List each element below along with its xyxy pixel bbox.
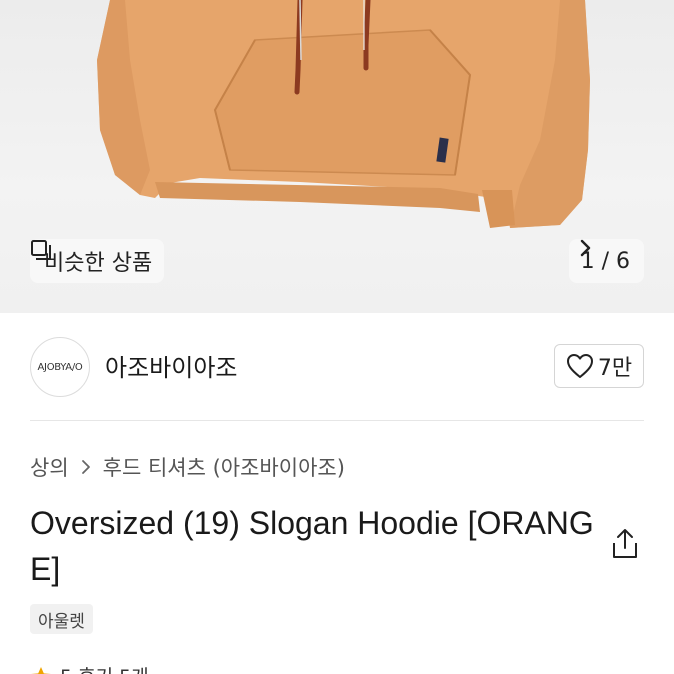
like-button[interactable]: 7만 xyxy=(554,344,644,388)
review-text: 5 후기 5개 xyxy=(60,662,149,674)
seller-avatar[interactable]: AJOBYA/O xyxy=(30,337,90,397)
outlet-tag: 아울렛 xyxy=(30,604,93,634)
breadcrumb-category[interactable]: 상의 xyxy=(30,452,69,482)
product-image-carousel[interactable]: 비슷한 상품 1 / 6 xyxy=(0,0,674,313)
share-icon[interactable] xyxy=(610,528,640,560)
star-icon xyxy=(31,666,51,674)
chevron-right-icon xyxy=(580,239,590,257)
heart-icon xyxy=(566,354,593,378)
breadcrumb-subcategory[interactable]: 후드 티셔츠 (아조바이아조) xyxy=(103,452,345,482)
product-title: Oversized (19) Slogan Hoodie [ORANGE] xyxy=(30,505,594,587)
section-divider xyxy=(30,420,644,421)
breadcrumb: 상의 후드 티셔츠 (아조바이아조) xyxy=(30,452,345,482)
like-count: 7만 xyxy=(597,356,633,381)
image-counter-button[interactable]: 1 / 6 xyxy=(568,239,644,283)
copy-icon xyxy=(31,240,51,260)
similar-products-label: 비슷한 상품 xyxy=(44,251,153,276)
review-summary[interactable]: 5 후기 5개 xyxy=(30,662,149,674)
chevron-right-icon xyxy=(81,460,90,474)
seller-avatar-text: AJOBYA/O xyxy=(37,361,83,373)
seller-name[interactable]: 아조바이아조 xyxy=(105,348,237,383)
similar-products-button[interactable]: 비슷한 상품 xyxy=(30,239,165,283)
outlet-tag-label: 아울렛 xyxy=(38,611,85,632)
